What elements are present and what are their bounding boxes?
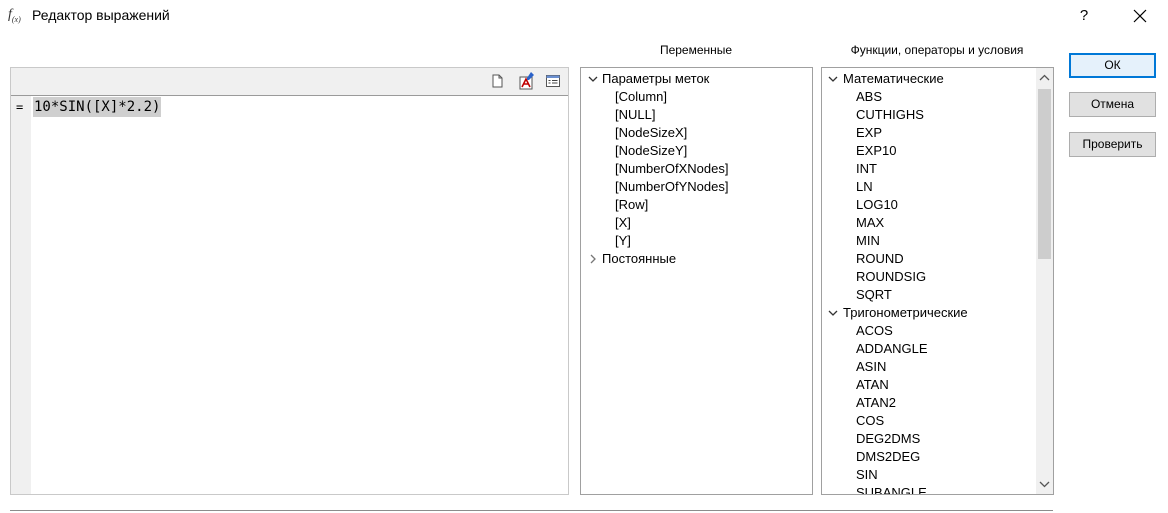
list-item[interactable]: ROUNDSIG [856,268,926,286]
expression-editor[interactable]: = 10*SIN([X]*2.2) [10,67,569,495]
list-item[interactable]: SIN [856,466,878,484]
vertical-scrollbar[interactable] [1036,68,1053,494]
list-item[interactable]: EXP10 [856,142,896,160]
list-item[interactable]: [X] [615,214,631,232]
tree-group-label-params[interactable]: Параметры меток [587,70,709,88]
list-item[interactable]: SUBANGLE [856,484,927,494]
scroll-down-icon[interactable] [1039,479,1050,489]
functions-header: Функции, операторы и условия [850,43,1024,57]
list-item[interactable]: [Column] [615,88,667,106]
list-item[interactable]: LN [856,178,873,196]
editor-toolbar [11,68,568,96]
cancel-button[interactable]: Отмена [1069,92,1156,117]
chevron-down-icon [828,76,838,82]
variables-tree[interactable]: Параметры меток [Column] [NULL] [NodeSiz… [580,67,813,495]
list-item[interactable]: DMS2DEG [856,448,920,466]
scrollbar-thumb[interactable] [1038,89,1051,259]
list-item[interactable]: SQRT [856,286,892,304]
list-item[interactable]: ATAN [856,376,889,394]
chevron-down-icon [588,76,598,82]
list-item[interactable]: [NodeSizeX] [615,124,687,142]
list-item[interactable]: ATAN2 [856,394,896,412]
window-title: Редактор выражений [32,7,170,23]
help-button[interactable]: ? [1072,4,1096,28]
list-item[interactable]: [Y] [615,232,631,250]
properties-icon[interactable] [545,73,561,89]
scroll-up-icon[interactable] [1039,73,1050,83]
list-item[interactable]: [NumberOfXNodes] [615,160,728,178]
chevron-right-icon [590,254,596,264]
list-item[interactable]: ROUND [856,250,904,268]
list-item[interactable]: [NULL] [615,106,655,124]
list-item[interactable]: [NumberOfYNodes] [615,178,728,196]
list-item[interactable]: DEG2DMS [856,430,920,448]
list-item[interactable]: MIN [856,232,880,250]
expression-text[interactable]: 10*SIN([X]*2.2) [33,97,162,117]
new-document-icon[interactable] [489,73,505,89]
function-icon: f(x) [8,7,21,24]
check-button[interactable]: Проверить [1069,132,1156,157]
bottom-divider [10,510,1053,511]
chevron-down-icon [828,310,838,316]
tree-group-label-constants[interactable]: Постоянные [587,250,676,268]
editor-gutter: = [11,96,31,494]
list-item[interactable]: ADDANGLE [856,340,928,358]
ok-button[interactable]: ОК [1069,53,1156,78]
list-item[interactable]: EXP [856,124,882,142]
list-item[interactable]: LOG10 [856,196,898,214]
functions-tree[interactable]: Математические ABS CUTHIGHS EXP EXP10 IN… [821,67,1054,495]
list-item[interactable]: [Row] [615,196,648,214]
font-icon[interactable] [517,71,537,91]
list-item[interactable]: ASIN [856,358,886,376]
variables-header: Переменные [659,43,733,57]
tree-group-label-math[interactable]: Математические [827,70,944,88]
group-label: Постоянные [602,251,677,266]
gutter-marker: = [16,100,24,114]
tree-group-label-trig[interactable]: Тригонометрические [827,304,968,322]
list-item[interactable]: CUTHIGHS [856,106,924,124]
list-item[interactable]: ACOS [856,322,893,340]
group-label: Математические [843,71,944,86]
group-label: Параметры меток [602,71,710,86]
list-item[interactable]: [NodeSizeY] [615,142,687,160]
list-item[interactable]: ABS [856,88,882,106]
group-label: Тригонометрические [843,305,968,320]
list-item[interactable]: COS [856,412,884,430]
list-item[interactable]: MAX [856,214,884,232]
list-item[interactable]: INT [856,160,877,178]
close-icon[interactable] [1128,4,1152,28]
